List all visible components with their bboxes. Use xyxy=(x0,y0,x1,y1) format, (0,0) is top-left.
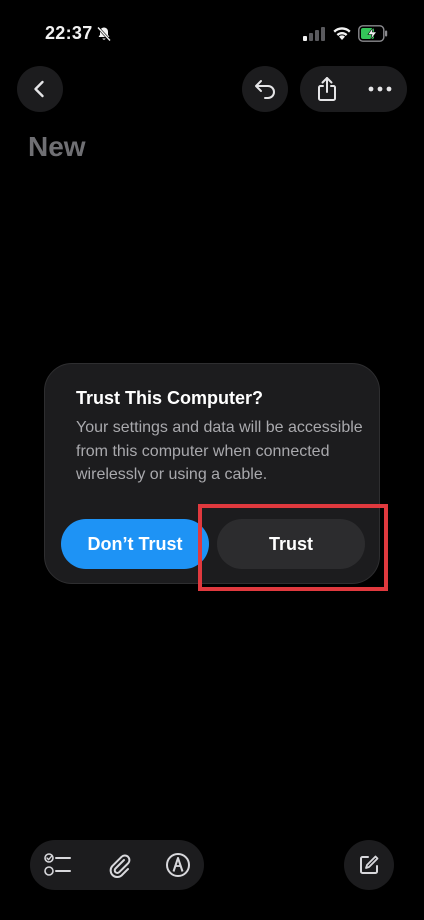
checklist-icon xyxy=(44,853,71,876)
undo-icon xyxy=(255,80,275,99)
battery-charging-icon xyxy=(358,25,388,42)
back-button[interactable] xyxy=(17,66,63,112)
wifi-icon xyxy=(333,27,351,40)
note-actions-group xyxy=(300,66,407,112)
highlight-annotation xyxy=(198,504,388,591)
share-button[interactable] xyxy=(308,70,346,108)
signal-icon xyxy=(303,27,325,41)
note-title[interactable]: New xyxy=(28,131,86,163)
compose-button[interactable] xyxy=(344,840,394,890)
ellipsis-icon xyxy=(368,86,392,92)
undo-button[interactable] xyxy=(242,66,288,112)
dont-trust-button[interactable]: Don’t Trust xyxy=(61,519,209,569)
dialog-title: Trust This Computer? xyxy=(76,388,264,408)
compose-icon xyxy=(360,855,379,874)
chevron-left-icon xyxy=(34,80,44,98)
bottom-toolbar xyxy=(30,840,204,890)
share-icon xyxy=(318,77,336,101)
paperclip-icon xyxy=(109,854,131,879)
bell-slash-icon xyxy=(97,26,111,42)
status-bar: 22:37 xyxy=(0,0,424,66)
more-button[interactable] xyxy=(360,70,400,108)
markup-pen-icon xyxy=(166,853,190,877)
status-time: 22:37 xyxy=(45,23,93,43)
dialog-message: Your settings and data will be accessibl… xyxy=(76,419,363,483)
attachment-button[interactable] xyxy=(105,851,133,879)
markup-button[interactable] xyxy=(164,851,192,879)
checklist-button[interactable] xyxy=(44,851,72,879)
